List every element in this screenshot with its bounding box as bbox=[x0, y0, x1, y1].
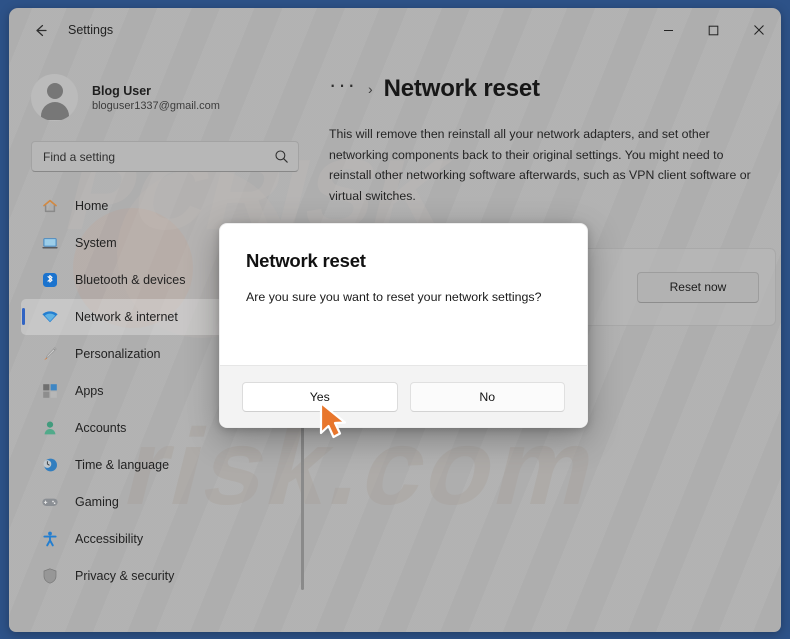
dialog-no-button[interactable]: No bbox=[409, 381, 565, 412]
dialog-yes-button[interactable]: Yes bbox=[242, 381, 398, 412]
settings-window: PCRISK risk.com Settings Blog User blogu… bbox=[9, 8, 781, 632]
dialog-message: Are you sure you want to reset your netw… bbox=[246, 290, 542, 304]
network-reset-dialog: Network reset Are you sure you want to r… bbox=[219, 223, 588, 428]
dialog-body: Network reset Are you sure you want to r… bbox=[220, 224, 587, 365]
desktop-background: PCRISK risk.com Settings Blog User blogu… bbox=[0, 0, 790, 639]
dialog-footer: Yes No bbox=[220, 365, 587, 427]
dialog-title: Network reset bbox=[246, 250, 366, 271]
